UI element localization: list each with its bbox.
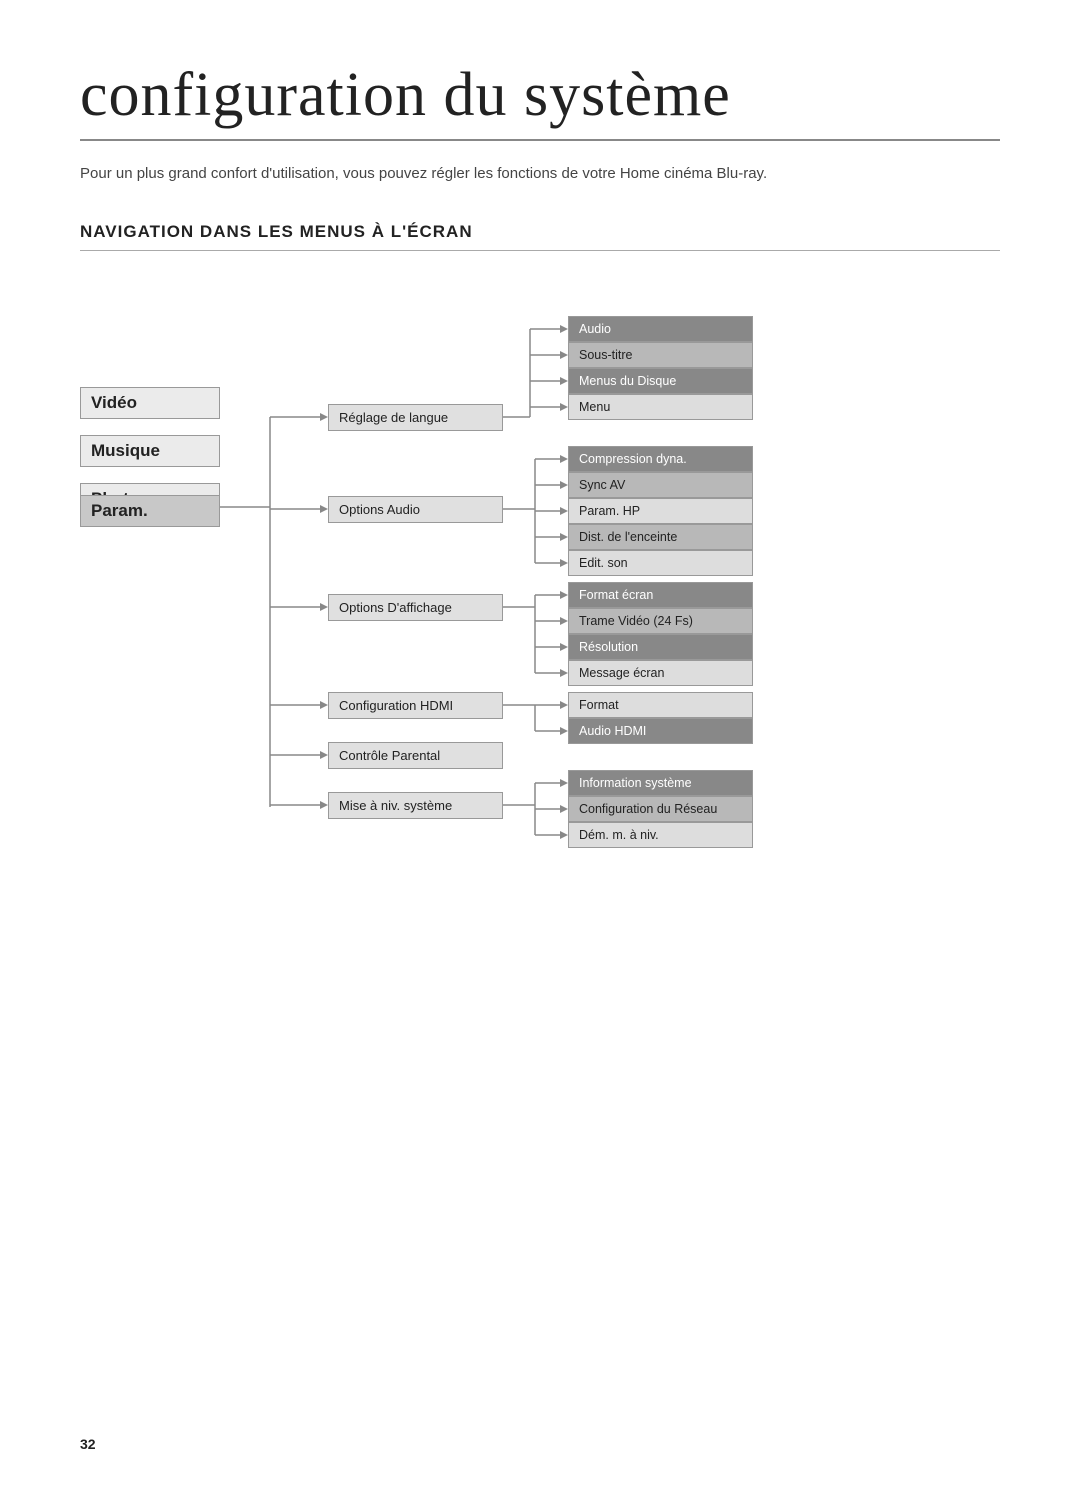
page-title: configuration du système xyxy=(80,60,1000,141)
menu-item-sous-titre[interactable]: Sous-titre xyxy=(568,342,753,368)
connector-lines xyxy=(80,287,950,867)
subtitle-text: Pour un plus grand confort d'utilisation… xyxy=(80,163,1000,186)
menu-item-reglage-langue[interactable]: Réglage de langue xyxy=(328,404,503,431)
menu-item-menu[interactable]: Menu xyxy=(568,394,753,420)
menu-item-edit-son[interactable]: Edit. son xyxy=(568,550,753,576)
menu-item-dist-enceinte[interactable]: Dist. de l'enceinte xyxy=(568,524,753,550)
menu-item-mise-a-niv[interactable]: Mise à niv. système xyxy=(328,792,503,819)
section-heading: NAVIGATION DANS LES MENUS À L'ÉCRAN xyxy=(80,222,1000,251)
menu-item-options-affichage[interactable]: Options D'affichage xyxy=(328,594,503,621)
menu-item-musique[interactable]: Musique xyxy=(80,435,220,467)
menu-item-sync-av[interactable]: Sync AV xyxy=(568,472,753,498)
menu-item-controle-parental[interactable]: Contrôle Parental xyxy=(328,742,503,769)
menu-item-menus-disque[interactable]: Menus du Disque xyxy=(568,368,753,394)
menu-item-config-hdmi[interactable]: Configuration HDMI xyxy=(328,692,503,719)
menu-item-options-audio[interactable]: Options Audio xyxy=(328,496,503,523)
menu-item-format[interactable]: Format xyxy=(568,692,753,718)
menu-item-video[interactable]: Vidéo xyxy=(80,387,220,419)
menu-item-audio-hdmi[interactable]: Audio HDMI xyxy=(568,718,753,744)
menu-item-param[interactable]: Param. xyxy=(80,495,220,527)
menu-item-resolution[interactable]: Résolution xyxy=(568,634,753,660)
menu-item-compression-dyna[interactable]: Compression dyna. xyxy=(568,446,753,472)
page-number: 32 xyxy=(80,1436,96,1452)
menu-item-format-ecran[interactable]: Format écran xyxy=(568,582,753,608)
menu-tree-diagram: Vidéo Musique Photo Param. Réglage de la… xyxy=(80,287,950,867)
menu-item-audio[interactable]: Audio xyxy=(568,316,753,342)
menu-item-config-reseau[interactable]: Configuration du Réseau xyxy=(568,796,753,822)
menu-item-dem-m-niv[interactable]: Dém. m. à niv. xyxy=(568,822,753,848)
menu-item-info-systeme[interactable]: Information système xyxy=(568,770,753,796)
menu-item-message-ecran[interactable]: Message écran xyxy=(568,660,753,686)
menu-item-trame-video[interactable]: Trame Vidéo (24 Fs) xyxy=(568,608,753,634)
menu-item-param-hp[interactable]: Param. HP xyxy=(568,498,753,524)
